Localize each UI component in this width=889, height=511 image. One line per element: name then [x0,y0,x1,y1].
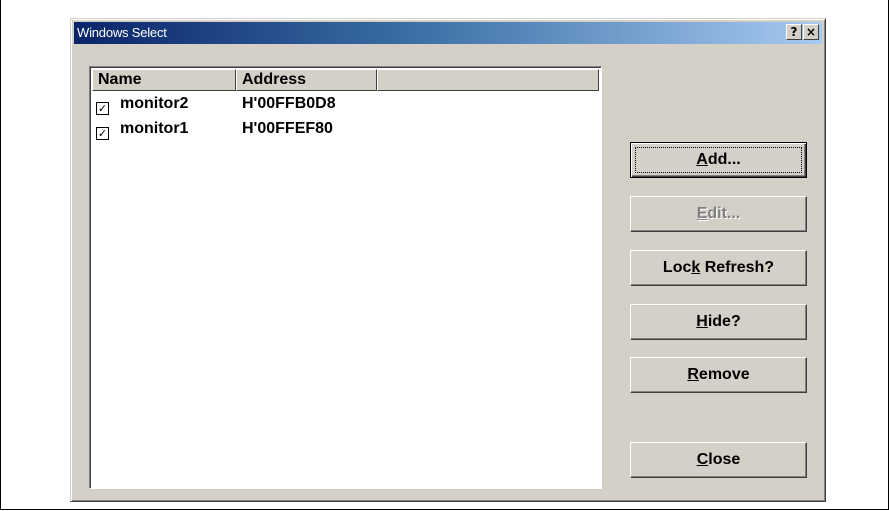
edit-button[interactable]: Edit... [630,196,807,232]
close-button[interactable]: Close [630,442,807,478]
window-title: Windows Select [77,25,167,40]
lock-label-pre: Loc [662,259,692,276]
hide-label-key: H [696,313,708,330]
list-row-monitor1[interactable]: ✓ monitor1 H'00FFEF80 [92,119,592,141]
lock-label-key: k [691,259,701,276]
lock-label-post: Refresh? [700,259,775,276]
title-bar[interactable]: Windows Select ? × [74,22,822,44]
row-address: H'00FFB0D8 [242,95,336,112]
check-icon: ✓ [97,102,108,115]
row-address: H'00FFEF80 [242,120,333,137]
column-header-empty[interactable] [377,69,599,91]
hide-button[interactable]: Hide? [630,304,807,340]
remove-label-key: R [687,366,699,383]
list-row-monitor2[interactable]: ✓ monitor2 H'00FFB0D8 [92,94,592,116]
windows-select-dialog: Windows Select ? × Name Address ✓ monito… [70,18,826,502]
column-header-name[interactable]: Name [92,69,236,91]
lock-refresh-button[interactable]: Lock Refresh? [630,250,807,286]
check-icon: ✓ [97,127,108,140]
focus-rectangle [635,147,802,173]
close-window-button[interactable]: × [803,24,819,40]
help-button[interactable]: ? [786,24,802,40]
close-label-key: C [696,451,709,468]
edit-label-post: dit... [707,205,741,222]
hide-label-post: ide? [707,313,741,330]
row-name: monitor2 [120,95,189,112]
remove-button[interactable]: Remove [630,357,807,393]
close-label-post: lose [708,451,741,468]
row-checkbox[interactable]: ✓ [96,127,109,140]
column-header-address[interactable]: Address [236,69,377,91]
row-name: monitor1 [120,120,189,137]
remove-label-post: emove [698,366,750,383]
add-button[interactable]: Add... [630,142,807,178]
windows-list[interactable]: Name Address ✓ monitor2 H'00FFB0D8 ✓ mon… [89,66,602,489]
row-checkbox[interactable]: ✓ [96,102,109,115]
edit-label-key: E [696,205,708,222]
